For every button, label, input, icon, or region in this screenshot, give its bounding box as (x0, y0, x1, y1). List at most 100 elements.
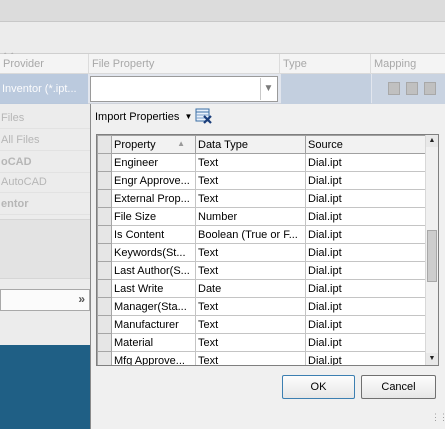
resize-grip-icon[interactable]: ⋮⋮ (431, 413, 445, 426)
cell-property[interactable]: Manager(Sta... (111, 297, 196, 316)
row-header[interactable] (97, 189, 112, 208)
column-data-type[interactable]: Data Type (195, 135, 306, 154)
scroll-down-icon[interactable]: ▼ (426, 353, 438, 365)
app-title-bar (0, 0, 445, 22)
cell-property[interactable]: Last Author(S... (111, 261, 196, 280)
grid-header-row: Property ▲ Data Type Source (97, 135, 428, 154)
cell-property[interactable]: Manufacturer (111, 315, 196, 334)
cell-data-type[interactable]: Text (195, 351, 306, 365)
cell-source[interactable]: Dial.ipt (305, 279, 428, 298)
scroll-thumb[interactable] (427, 230, 437, 282)
left-panel-divider (0, 219, 90, 279)
cell-source[interactable]: Dial.ipt (305, 189, 428, 208)
row-header[interactable] (97, 333, 112, 352)
cell-property[interactable]: Last Write (111, 279, 196, 298)
row-header[interactable] (97, 261, 112, 280)
map-icon (388, 82, 400, 95)
row-header[interactable] (97, 297, 112, 316)
cell-data-type[interactable]: Text (195, 315, 306, 334)
table-row[interactable]: Engr Approve... Text Dial.ipt (97, 171, 428, 190)
row-header[interactable] (97, 225, 112, 244)
cell-data-type[interactable]: Text (195, 243, 306, 262)
cell-source[interactable]: Dial.ipt (305, 261, 428, 280)
left-item-all-files[interactable]: All Files (0, 130, 90, 151)
table-row[interactable]: Is Content Boolean (True or F... Dial.ipt (97, 225, 428, 244)
dropdown-arrow-icon: ▼ (184, 112, 193, 121)
row-header[interactable] (97, 243, 112, 262)
cell-property[interactable]: External Prop... (111, 189, 196, 208)
table-row[interactable]: Manufacturer Text Dial.ipt (97, 315, 428, 334)
cell-source[interactable]: Dial.ipt (305, 171, 428, 190)
table-row[interactable]: Last Write Date Dial.ipt (97, 279, 428, 298)
cell-data-type[interactable]: Text (195, 189, 306, 208)
cell-source[interactable]: Dial.ipt (305, 225, 428, 244)
table-row[interactable]: Manager(Sta... Text Dial.ipt (97, 297, 428, 316)
cell-source[interactable]: Dial.ipt (305, 153, 428, 172)
cell-data-type[interactable]: Number (195, 207, 306, 226)
cell-property[interactable]: Engr Approve... (111, 171, 196, 190)
mapping-row[interactable]: Inventor (*.ipt... ▼ (0, 74, 445, 104)
cell-property[interactable]: File Size (111, 207, 196, 226)
grid-corner (97, 135, 112, 154)
cell-data-type[interactable]: Text (195, 261, 306, 280)
cell-source[interactable]: Dial.ipt (305, 297, 428, 316)
table-row[interactable]: Keywords(St... Text Dial.ipt (97, 243, 428, 262)
cell-source[interactable]: Dial.ipt (305, 315, 428, 334)
left-item-autocad[interactable]: AutoCAD (0, 172, 90, 193)
cell-property[interactable]: Material (111, 333, 196, 352)
table-row[interactable]: File Size Number Dial.ipt (97, 207, 428, 226)
row-header[interactable] (97, 171, 112, 190)
column-file-property[interactable]: File Property (89, 54, 280, 74)
document-icon (424, 82, 436, 95)
cell-data-type[interactable]: Text (195, 333, 306, 352)
ok-button[interactable]: OK (282, 375, 355, 399)
row-header[interactable] (97, 207, 112, 226)
cell-data-type[interactable]: Date (195, 279, 306, 298)
table-row[interactable]: Engineer Text Dial.ipt (97, 153, 428, 172)
cancel-button[interactable]: Cancel (361, 375, 436, 399)
double-chevron-icon[interactable]: » (78, 292, 85, 306)
cell-source[interactable]: Dial.ipt (305, 333, 428, 352)
cell-data-type[interactable]: Text (195, 297, 306, 316)
import-properties-button[interactable]: Import Properties ▼ (95, 109, 192, 125)
cell-property[interactable]: Mfg Approve... (111, 351, 196, 365)
scroll-up-icon[interactable]: ▲ (426, 135, 438, 147)
clear-grid-icon[interactable] (195, 107, 213, 125)
chevron-down-icon[interactable]: ▼ (260, 78, 276, 100)
blue-panel (0, 345, 90, 429)
table-row[interactable]: Mfg Approve... Text Dial.ipt (97, 351, 428, 365)
column-type[interactable]: Type (280, 54, 371, 74)
properties-grid: Property ▲ Data Type Source Engineer Text D… (96, 134, 439, 366)
cell-source[interactable]: Dial.ipt (305, 207, 428, 226)
left-item-files[interactable]: Files (0, 108, 90, 129)
cell-data-type[interactable]: Boolean (True or F... (195, 225, 306, 244)
column-provider[interactable]: Provider (0, 54, 89, 74)
row-header[interactable] (97, 351, 112, 365)
mapping-grid-header: Provider File Property Type Mapping (0, 54, 445, 74)
cell-property[interactable]: Engineer (111, 153, 196, 172)
cell-source[interactable]: Dial.ipt (305, 243, 428, 262)
file-property-combobox[interactable]: ▼ (90, 76, 278, 102)
provider-cell: Inventor (*.ipt... (0, 74, 88, 104)
column-property[interactable]: Property ▲ (111, 135, 196, 154)
cell-source[interactable]: Dial.ipt (305, 351, 428, 365)
left-combo[interactable]: » (0, 289, 90, 311)
row-header[interactable] (97, 279, 112, 298)
column-mapping[interactable]: Mapping (371, 54, 445, 74)
cell-data-type[interactable]: Text (195, 153, 306, 172)
left-item-inventor-group[interactable]: entor (0, 194, 90, 215)
left-item-autocad-group[interactable]: oCAD (0, 152, 90, 173)
cell-property[interactable]: Is Content (111, 225, 196, 244)
dialog-toolbar: Import Properties ▼ (91, 104, 445, 130)
row-header[interactable] (97, 315, 112, 334)
column-source[interactable]: Source (305, 135, 428, 154)
table-row[interactable]: Last Author(S... Text Dial.ipt (97, 261, 428, 280)
left-panel: Files All Files oCAD AutoCAD entor » (0, 104, 90, 429)
table-row[interactable]: External Prop... Text Dial.ipt (97, 189, 428, 208)
column-property-label: Property (114, 138, 156, 151)
table-row[interactable]: Material Text Dial.ipt (97, 333, 428, 352)
cell-property[interactable]: Keywords(St... (111, 243, 196, 262)
grid-vertical-scrollbar[interactable]: ▲ ▼ (425, 135, 438, 365)
row-header[interactable] (97, 153, 112, 172)
cell-data-type[interactable]: Text (195, 171, 306, 190)
